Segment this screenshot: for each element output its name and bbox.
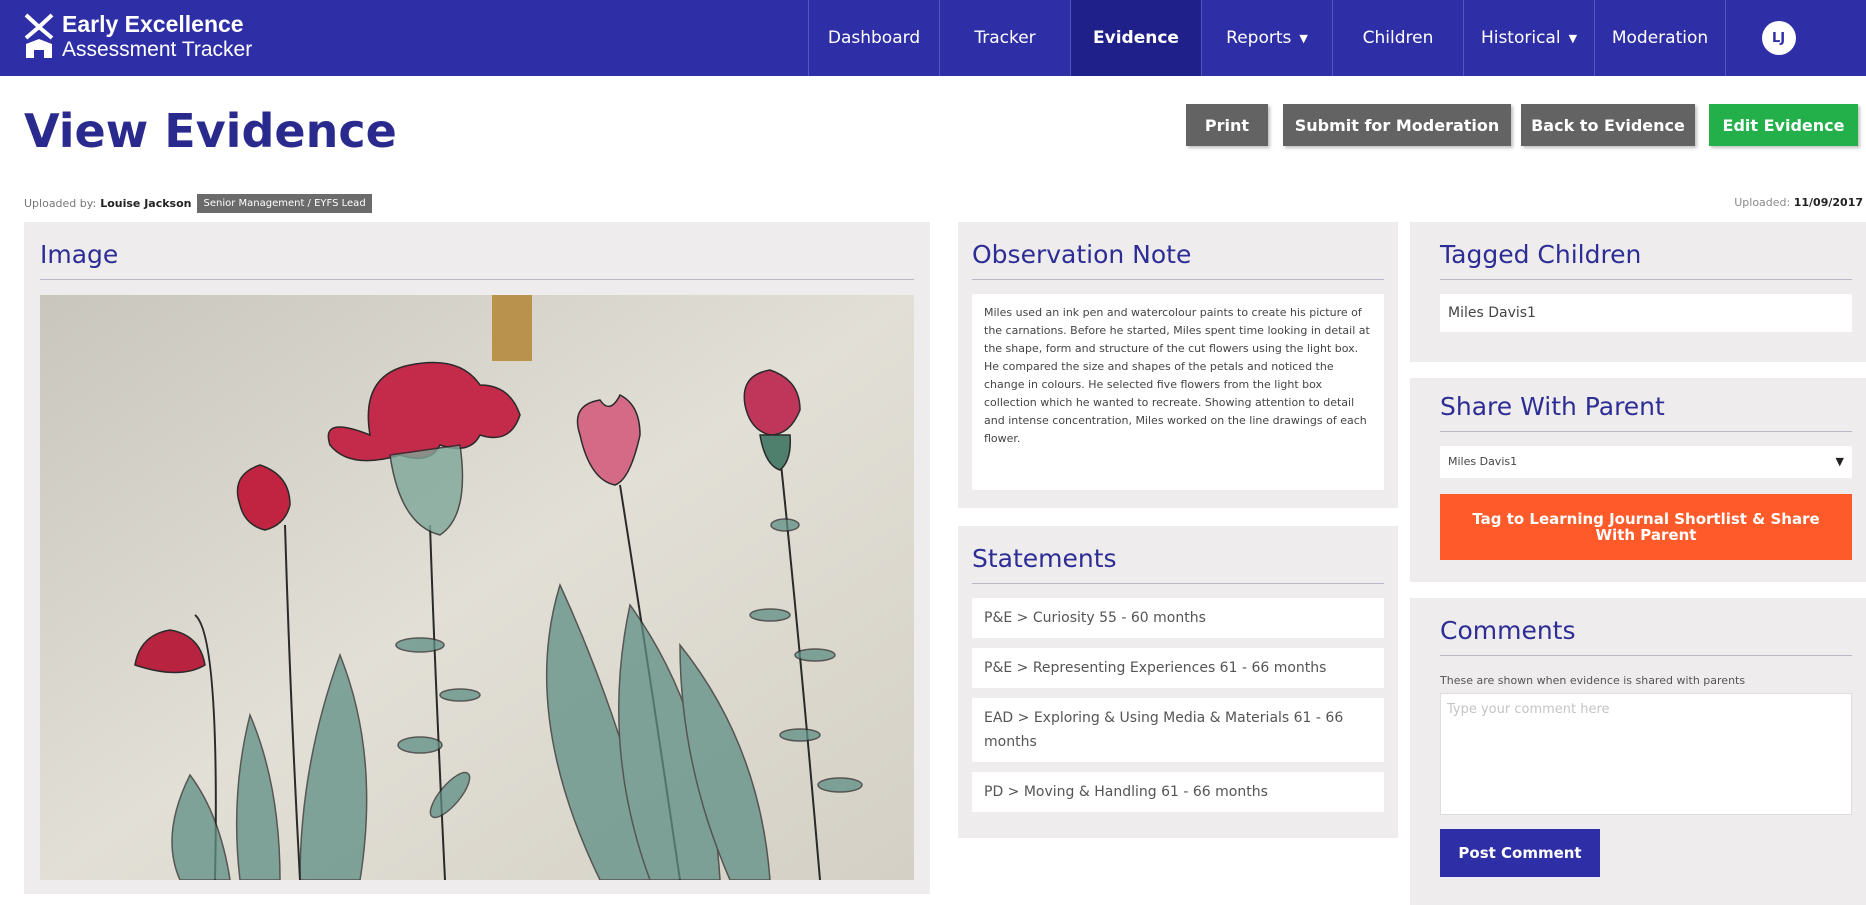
nav-label: Historical — [1480, 28, 1561, 48]
share-with-parent-button[interactable]: Tag to Learning Journal Shortlist & Shar… — [1440, 494, 1852, 560]
nav-moderation[interactable]: Moderation — [1594, 0, 1725, 76]
nav-label: Reports — [1226, 28, 1292, 48]
role-badge: Senior Management / EYFS Lead — [197, 194, 372, 213]
observation-panel: Observation Note Miles used an ink pen a… — [958, 222, 1398, 508]
statement-item: P&E > Representing Experiences 61 - 66 m… — [972, 648, 1384, 688]
submit-for-moderation-button[interactable]: Submit for Moderation — [1283, 104, 1511, 146]
nav-historical[interactable]: Historical ▼ — [1463, 0, 1594, 76]
print-button[interactable]: Print — [1186, 104, 1268, 146]
page-title: View Evidence — [24, 104, 397, 158]
brand-logo-icon — [24, 13, 54, 58]
nav-label: Evidence — [1093, 28, 1179, 48]
comments-note: These are shown when evidence is shared … — [1440, 674, 1746, 687]
nav-dashboard[interactable]: Dashboard — [808, 0, 939, 76]
observation-text: Miles used an ink pen and watercolour pa… — [972, 294, 1384, 490]
statements-title: Statements — [972, 544, 1384, 584]
nav-label: Children — [1362, 28, 1434, 48]
nav-label: Moderation — [1611, 28, 1709, 48]
comments-title: Comments — [1440, 616, 1852, 656]
tagged-child: Miles Davis1 — [1440, 294, 1852, 332]
caret-down-icon: ▼ — [1568, 31, 1578, 45]
parent-child-select[interactable]: Miles Davis1 ▼ — [1440, 446, 1852, 478]
caret-down-icon: ▼ — [1835, 455, 1844, 468]
comment-input[interactable] — [1440, 693, 1852, 815]
uploaded-label: Uploaded: — [1734, 196, 1791, 209]
statement-item: EAD > Exploring & Using Media & Material… — [972, 698, 1384, 762]
nav-reports[interactable]: Reports ▼ — [1201, 0, 1332, 76]
uploaded-by-label: Uploaded by: — [24, 197, 97, 210]
back-to-evidence-button[interactable]: Back to Evidence — [1521, 104, 1695, 146]
image-panel-title: Image — [40, 240, 914, 280]
statements-panel: Statements P&E > Curiosity 55 - 60 month… — [958, 526, 1398, 838]
statement-item: PD > Moving & Handling 61 - 66 months — [972, 772, 1384, 812]
brand-subtitle: Assessment Tracker — [62, 38, 253, 61]
observation-title: Observation Note — [972, 240, 1384, 280]
uploaded-by: Uploaded by: Louise Jackson Senior Manag… — [24, 194, 372, 213]
statements-list: P&E > Curiosity 55 - 60 months P&E > Rep… — [972, 598, 1384, 812]
brand[interactable]: Early Excellence Assessment Tracker — [24, 12, 252, 62]
uploaded-date: Uploaded: 11/09/2017 — [1734, 196, 1863, 209]
share-with-parent-panel: Share With Parent Miles Davis1 ▼ Tag to … — [1410, 378, 1866, 582]
top-navbar: Early Excellence Assessment Tracker Dash… — [0, 0, 1866, 76]
user-menu[interactable]: LJ — [1725, 0, 1831, 76]
comments-panel: Comments These are shown when evidence i… — [1410, 598, 1866, 905]
brand-name: Early Excellence — [62, 11, 244, 37]
edit-evidence-button[interactable]: Edit Evidence — [1709, 104, 1858, 146]
nav-evidence[interactable]: Evidence — [1070, 0, 1201, 76]
tagged-children-title: Tagged Children — [1440, 240, 1852, 280]
avatar[interactable]: LJ — [1761, 21, 1796, 55]
tagged-children-panel: Tagged Children Miles Davis1 — [1410, 222, 1866, 362]
statement-item: P&E > Curiosity 55 - 60 months — [972, 598, 1384, 638]
post-comment-button[interactable]: Post Comment — [1440, 829, 1600, 877]
nav-label: Dashboard — [827, 28, 921, 48]
uploader-name: Louise Jackson — [100, 197, 192, 210]
select-value: Miles Davis1 — [1448, 455, 1518, 468]
nav-children[interactable]: Children — [1332, 0, 1463, 76]
share-title: Share With Parent — [1440, 392, 1852, 432]
main-nav: Dashboard Tracker Evidence Reports ▼ Chil… — [808, 0, 1831, 76]
image-panel: Image — [24, 222, 930, 894]
nav-label: Tracker — [974, 28, 1036, 48]
nav-tracker[interactable]: Tracker — [939, 0, 1070, 76]
uploaded-date-value: 11/09/2017 — [1793, 196, 1863, 209]
evidence-photo[interactable] — [40, 295, 914, 880]
caret-down-icon: ▼ — [1299, 31, 1308, 45]
